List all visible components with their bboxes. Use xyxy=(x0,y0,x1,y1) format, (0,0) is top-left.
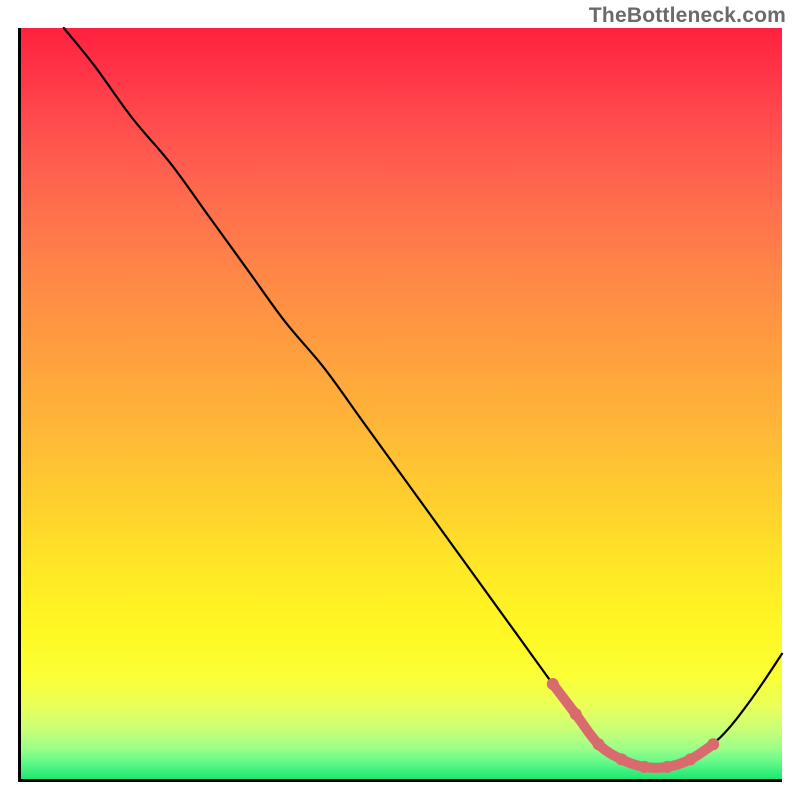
optimal-zone-dot xyxy=(661,761,673,773)
optimal-zone-dot xyxy=(684,753,696,765)
chart-area xyxy=(18,28,782,782)
optimal-zone-dot xyxy=(616,753,628,765)
optimal-zone-dot xyxy=(547,678,559,690)
watermark-text: TheBottleneck.com xyxy=(589,4,786,28)
bottleneck-curve xyxy=(64,28,782,768)
optimal-zone-dot xyxy=(707,738,719,750)
chart-svg xyxy=(18,28,782,782)
optimal-zone-dot xyxy=(593,738,605,750)
optimal-zone-dot xyxy=(570,708,582,720)
optimal-zone-dot xyxy=(639,761,651,773)
optimal-zone-dots xyxy=(547,678,719,773)
